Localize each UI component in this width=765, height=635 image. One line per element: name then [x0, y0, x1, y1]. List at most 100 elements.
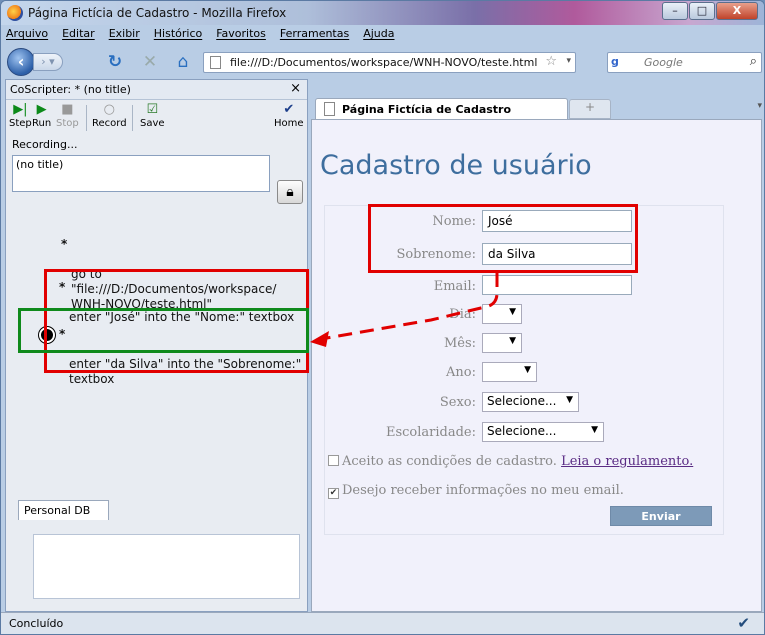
- run-icon: ▶: [36, 102, 47, 117]
- step-bullet: *: [61, 237, 68, 251]
- email-field[interactable]: [482, 275, 632, 295]
- home-button[interactable]: ✔ Home: [274, 102, 304, 130]
- title-bar: Página Fictícia de Cadastro - Mozilla Fi…: [1, 1, 764, 25]
- maximize-button[interactable]: □: [689, 2, 715, 20]
- search-icon[interactable]: ⌕: [750, 54, 757, 69]
- menu-editar[interactable]: Editar: [62, 27, 95, 45]
- page-title: Cadastro de usuário: [320, 150, 592, 181]
- newsletter-checkbox[interactable]: ✔: [328, 488, 339, 499]
- url-text: file:///D:/Documentos/workspace/WNH-NOVO…: [230, 56, 538, 69]
- tab-bar: Página Fictícia de Cadastro + ▾: [311, 97, 762, 120]
- mes-select[interactable]: ▼: [482, 333, 522, 353]
- lock-button[interactable]: 🔒︎: [277, 180, 303, 204]
- sidebar-close-icon[interactable]: ×: [290, 81, 301, 96]
- escolaridade-label: Escolaridade:: [385, 425, 476, 440]
- dropdown-arrow-icon: ▼: [524, 365, 531, 375]
- record-button[interactable]: ○ Record: [92, 102, 127, 130]
- dropdown-arrow-icon: ▼: [509, 307, 516, 317]
- sexo-value: Selecione...: [487, 394, 557, 408]
- dia-select[interactable]: ▼: [482, 304, 522, 324]
- run-button[interactable]: ▶ Run: [32, 102, 52, 130]
- menu-ferramentas[interactable]: Ferramentas: [280, 27, 349, 45]
- dia-label: Dia:: [449, 307, 476, 322]
- sexo-label: Sexo:: [439, 395, 476, 410]
- step-label: Step: [9, 118, 32, 129]
- tab-pagina-ficticia[interactable]: Página Fictícia de Cadastro: [315, 98, 568, 120]
- current-step-highlight: [18, 308, 309, 353]
- stop-button[interactable]: ■ Stop: [56, 102, 79, 130]
- form-highlight-box: [368, 204, 638, 273]
- menu-ajuda[interactable]: Ajuda: [363, 27, 394, 45]
- mes-label: Mês:: [443, 336, 476, 351]
- personal-db-tab[interactable]: Personal DB: [18, 500, 109, 520]
- ano-select[interactable]: ▼: [482, 362, 537, 382]
- dropdown-arrow-icon: ▼: [509, 336, 516, 346]
- toolbar-separator: [132, 105, 133, 131]
- minimize-button[interactable]: –: [662, 2, 688, 20]
- menu-favoritos[interactable]: Favoritos: [216, 27, 266, 45]
- run-label: Run: [32, 118, 52, 129]
- menu-arquivo[interactable]: Arquivo: [6, 27, 48, 45]
- google-engine-icon[interactable]: g: [611, 55, 637, 70]
- menu-exibir[interactable]: Exibir: [109, 27, 140, 45]
- page-icon: [210, 56, 221, 69]
- sidebar-title: CoScripter: * (no title): [10, 83, 131, 96]
- tab-label: Página Fictícia de Cadastro: [342, 103, 512, 116]
- navigation-toolbar: ‹ › ▾ ↻ ✕ ⌂ file:///D:/Documentos/worksp…: [5, 47, 762, 77]
- stop-icon: ■: [61, 102, 74, 117]
- coscripter-toolbar: ▶| Step ▶ Run ■ Stop ○ Record ☑ Save ✔ H…: [6, 101, 307, 137]
- back-button[interactable]: ‹: [7, 48, 35, 76]
- escolaridade-value: Selecione...: [487, 424, 557, 438]
- reload-icon[interactable]: ↻: [105, 52, 125, 72]
- record-label: Record: [92, 118, 127, 129]
- status-bar: Concluído ✔: [1, 612, 764, 634]
- new-tab-button[interactable]: +: [569, 99, 611, 119]
- lock-icon: 🔒︎: [286, 184, 294, 200]
- ano-label: Ano:: [446, 365, 476, 380]
- script-title-box[interactable]: (no title): [12, 155, 270, 192]
- status-text: Concluído: [9, 617, 64, 630]
- sidebar-header: CoScripter: * (no title) ×: [6, 80, 307, 100]
- url-dropdown-icon[interactable]: ▾: [566, 56, 571, 66]
- page-icon: [324, 102, 335, 116]
- email-label: Email:: [433, 279, 476, 294]
- stop-load-icon[interactable]: ✕: [140, 52, 160, 72]
- search-input[interactable]: Google: [644, 56, 683, 69]
- dia-row: Dia: ▼: [312, 303, 732, 327]
- save-button[interactable]: ☑ Save: [140, 102, 165, 130]
- bookmark-star-icon[interactable]: ☆: [545, 54, 557, 69]
- dropdown-arrow-icon: ▼: [591, 425, 598, 435]
- toolbar-separator: [86, 105, 87, 131]
- sexo-row: Sexo: Selecione... ▼: [312, 391, 732, 415]
- save-label: Save: [140, 118, 165, 129]
- recording-status: Recording...: [12, 138, 78, 151]
- url-bar[interactable]: file:///D:/Documentos/workspace/WNH-NOVO…: [203, 52, 576, 73]
- stop-label: Stop: [56, 118, 79, 129]
- save-icon: ☑: [146, 102, 159, 117]
- page-content: Cadastro de usuário Nome: José Sobrenome…: [311, 119, 762, 612]
- email-row: Email:: [312, 275, 732, 299]
- browser-window: Página Fictícia de Cadastro - Mozilla Fi…: [0, 0, 765, 635]
- home-label: Home: [274, 118, 304, 129]
- tab-list-icon[interactable]: ▾: [757, 101, 762, 111]
- coscripter-home-icon: ✔: [283, 102, 295, 117]
- terms-link[interactable]: Leia o regulamento.: [561, 454, 693, 469]
- home-icon[interactable]: ⌂: [173, 52, 193, 72]
- newsletter-text: Desejo receber informações no meu email.: [342, 483, 624, 498]
- escolaridade-select[interactable]: Selecione... ▼: [482, 422, 604, 442]
- personal-db-panel[interactable]: [33, 534, 300, 599]
- sexo-select[interactable]: Selecione... ▼: [482, 392, 579, 412]
- step-icon: ▶|: [13, 102, 28, 117]
- forward-button[interactable]: › ▾: [33, 53, 63, 71]
- step-button[interactable]: ▶| Step: [9, 102, 32, 130]
- enviar-button[interactable]: Enviar: [610, 506, 712, 526]
- record-icon: ○: [103, 102, 115, 117]
- firefox-logo-icon: [7, 5, 23, 21]
- close-button[interactable]: X: [716, 2, 758, 20]
- window-title: Página Fictícia de Cadastro - Mozilla Fi…: [28, 6, 287, 20]
- escolaridade-row: Escolaridade: Selecione... ▼: [312, 421, 732, 445]
- search-bar[interactable]: g Google ⌕: [607, 52, 762, 73]
- terms-checkbox[interactable]: [328, 455, 339, 466]
- coscripter-status-icon[interactable]: ✔: [737, 614, 750, 632]
- menu-historico[interactable]: Histórico: [154, 27, 202, 45]
